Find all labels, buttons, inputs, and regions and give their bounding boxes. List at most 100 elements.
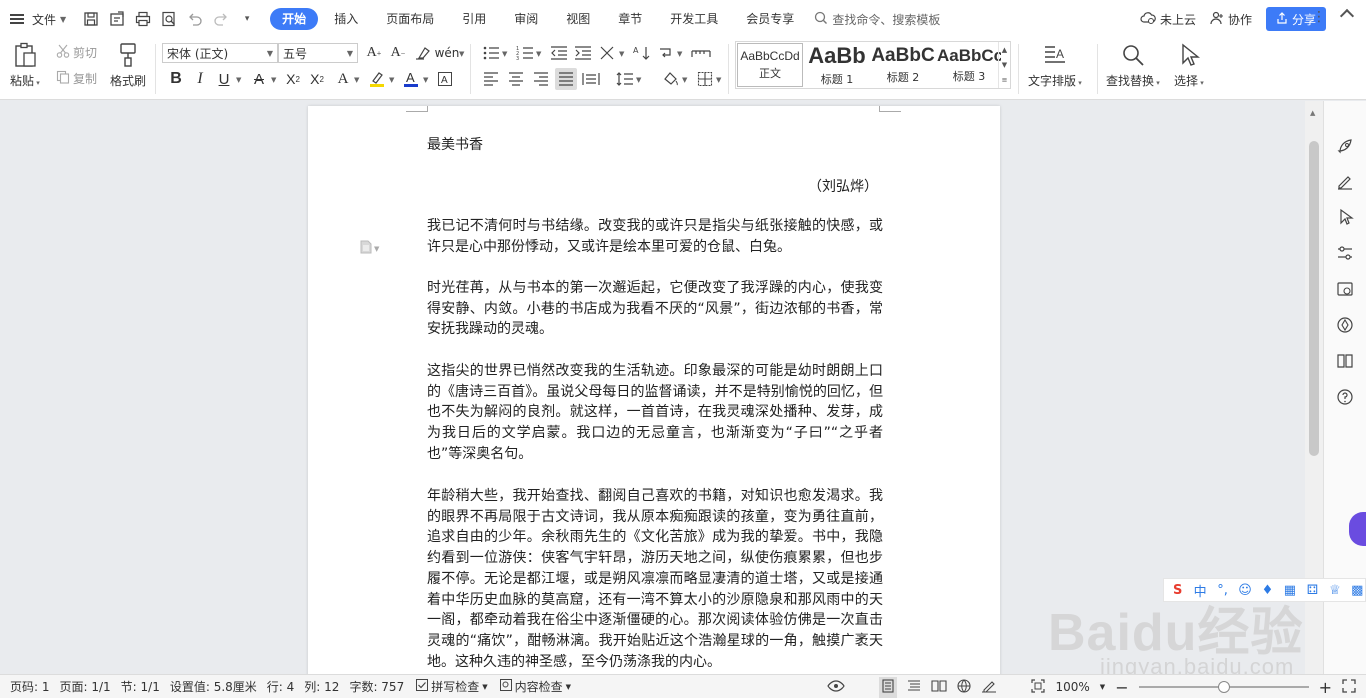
copy-button[interactable]: 复制 [56,70,97,87]
spell-check-button[interactable]: 拼写检查 ▼ [416,678,488,695]
tab-member[interactable]: 会员专享 [734,8,806,30]
line-spacing-icon[interactable] [614,68,636,90]
bold-icon[interactable]: B [165,68,187,90]
eye-protection-icon[interactable] [827,679,846,695]
status-page-count[interactable]: 页面: 1/1 [60,678,111,695]
distributed-align-icon[interactable] [580,68,602,90]
print-preview-icon[interactable] [160,10,178,28]
sogou-logo-icon[interactable]: S [1170,582,1185,598]
redo-icon[interactable] [212,10,230,28]
assistant-badge[interactable] [1349,512,1366,546]
chevron-down-icon[interactable]: ▼ [636,76,641,84]
text-effect-icon[interactable]: A [332,68,354,90]
chevron-up-icon[interactable]: ▲ [1310,109,1315,117]
chinese-mode-icon[interactable]: 中 [1192,582,1207,600]
tab-stops-icon[interactable] [690,42,712,64]
paragraph[interactable]: 年龄稍大些，我开始查找、翻阅自己喜欢的书籍，对知识也愈发渴求。我的眼界不再局限于… [427,486,883,672]
export-pdf-icon[interactable] [108,10,126,28]
align-left-icon[interactable] [480,68,502,90]
scrollbar-thumb[interactable] [1309,141,1319,456]
status-page-number[interactable]: 页码: 1 [10,678,50,695]
style-heading-1[interactable]: AaBb 标题 1 [804,42,870,88]
cut-button[interactable]: 剪切 [56,44,97,61]
command-search[interactable]: 查找命令、搜索模板 [814,11,940,28]
chinese-layout-icon[interactable] [597,42,619,64]
tab-view[interactable]: 视图 [554,8,602,30]
style-heading-2[interactable]: AaBbC 标题 2 [870,42,936,88]
chevron-down-icon[interactable]: ▼ [236,76,241,84]
shrink-font-icon[interactable]: A − [387,42,409,64]
find-replace-button[interactable]: 查找替换 ▾ [1106,42,1160,89]
paragraph[interactable]: 我已记不清何时与书结缘。改变我的或许只是指尖与纸张接触的快感，或许只是心中那份悸… [427,216,883,257]
tab-chapter[interactable]: 章节 [606,8,654,30]
paste-button[interactable]: 粘贴 ▾ [10,42,40,89]
chevron-down-icon[interactable]: ▼ [502,50,507,58]
zoom-out-icon[interactable]: − [1115,678,1128,697]
styles-scroll[interactable]: ▲ ▼ ≡ [998,42,1010,88]
help-icon[interactable] [1335,387,1355,407]
status-word-count[interactable]: 字数: 757 [349,678,404,695]
status-section[interactable]: 节: 1/1 [121,678,160,695]
text-layout-button[interactable]: A 文字排版 ▾ [1028,42,1082,89]
expand-icon[interactable]: ≡ [1002,76,1008,84]
decrease-indent-icon[interactable] [548,42,570,64]
font-size-select[interactable]: 五号 ▼ [278,43,358,63]
paragraph-handle[interactable]: ▼ [360,240,379,257]
grid-icon[interactable]: ▩ [1350,582,1365,598]
italic-icon[interactable]: I [189,68,211,90]
tab-review[interactable]: 审阅 [502,8,550,30]
chevron-down-icon[interactable]: ▼ [682,76,687,84]
document-page[interactable]: 最美书香 （刘弘烨） ▼ 我已记不清何时与书结缘。改变我的或许只是指尖与纸张接触… [308,106,1000,674]
style-normal[interactable]: AaBbCcDd 正文 [737,43,803,87]
write-mode-icon[interactable] [981,679,997,696]
fullscreen-icon[interactable] [1342,678,1356,696]
paragraph[interactable]: 时光荏苒，从与书本的第一次邂逅起，它便改变了我浮躁的内心，使我变得安静、内敛。小… [427,278,883,340]
outline-view-icon[interactable] [907,679,921,696]
chevron-down-icon[interactable]: ▼ [389,76,394,84]
borders-icon[interactable] [694,68,716,90]
chevron-down-icon[interactable]: ▼ [271,76,276,84]
chevron-down-icon[interactable]: ▼ [459,50,464,58]
status-column[interactable]: 列: 12 [304,678,339,695]
customize-toolbar-icon[interactable]: ▾ [238,10,256,28]
zoom-in-icon[interactable]: + [1319,678,1332,697]
fit-page-icon[interactable] [1031,678,1046,696]
paragraph[interactable]: 这指尖的世界已悄然改变我的生活轨迹。印象最深的可能是幼时朗朗上口的《唐诗三百首》… [427,361,883,465]
chevron-down-icon[interactable]: ▼ [677,50,682,58]
sliders-icon[interactable] [1335,243,1355,263]
microphone-icon[interactable]: ♦ [1260,582,1275,598]
location-icon[interactable] [1335,315,1355,335]
content-check-button[interactable]: 内容检查 ▼ [499,678,571,695]
superscript-icon[interactable]: X2 [282,68,304,90]
chevron-down-icon[interactable]: ▼ [1100,683,1105,691]
font-name-select[interactable]: 宋体 (正文) ▼ [162,43,278,63]
read-view-icon[interactable] [931,679,948,696]
shading-icon[interactable] [660,68,682,90]
increase-indent-icon[interactable] [572,42,594,64]
web-view-icon[interactable] [957,678,972,696]
highlight-icon[interactable] [366,68,388,90]
chevron-down-icon[interactable]: ▼ [423,76,428,84]
punctuation-icon[interactable]: °, [1215,582,1230,598]
tab-insert[interactable]: 插入 [322,8,370,30]
keyboard-icon[interactable]: ▦ [1282,582,1297,598]
emoji-icon[interactable]: ☺ [1237,582,1252,598]
save-icon[interactable] [82,10,100,28]
char-border-icon[interactable]: A [434,68,456,90]
chevron-down-icon[interactable]: ▼ [354,76,359,84]
page-view-icon[interactable] [879,676,898,698]
pen-icon[interactable] [1335,172,1355,192]
chevron-up-icon[interactable]: ▲ [1002,46,1007,54]
tab-home[interactable]: 开始 [270,8,319,30]
clear-format-icon[interactable] [412,42,434,64]
tab-developer[interactable]: 开发工具 [658,8,730,30]
grow-font-icon[interactable]: A + [363,42,385,64]
format-painter-button[interactable]: 格式刷 [110,42,146,89]
show-marks-icon[interactable] [655,42,677,64]
print-icon[interactable] [134,10,152,28]
tab-page-layout[interactable]: 页面布局 [374,8,446,30]
status-row[interactable]: 行: 4 [267,678,295,695]
cursor-icon[interactable] [1335,207,1355,227]
document-title[interactable]: 最美书香 [427,134,483,154]
style-heading-3[interactable]: AaBbCc 标题 3 [936,42,1002,88]
